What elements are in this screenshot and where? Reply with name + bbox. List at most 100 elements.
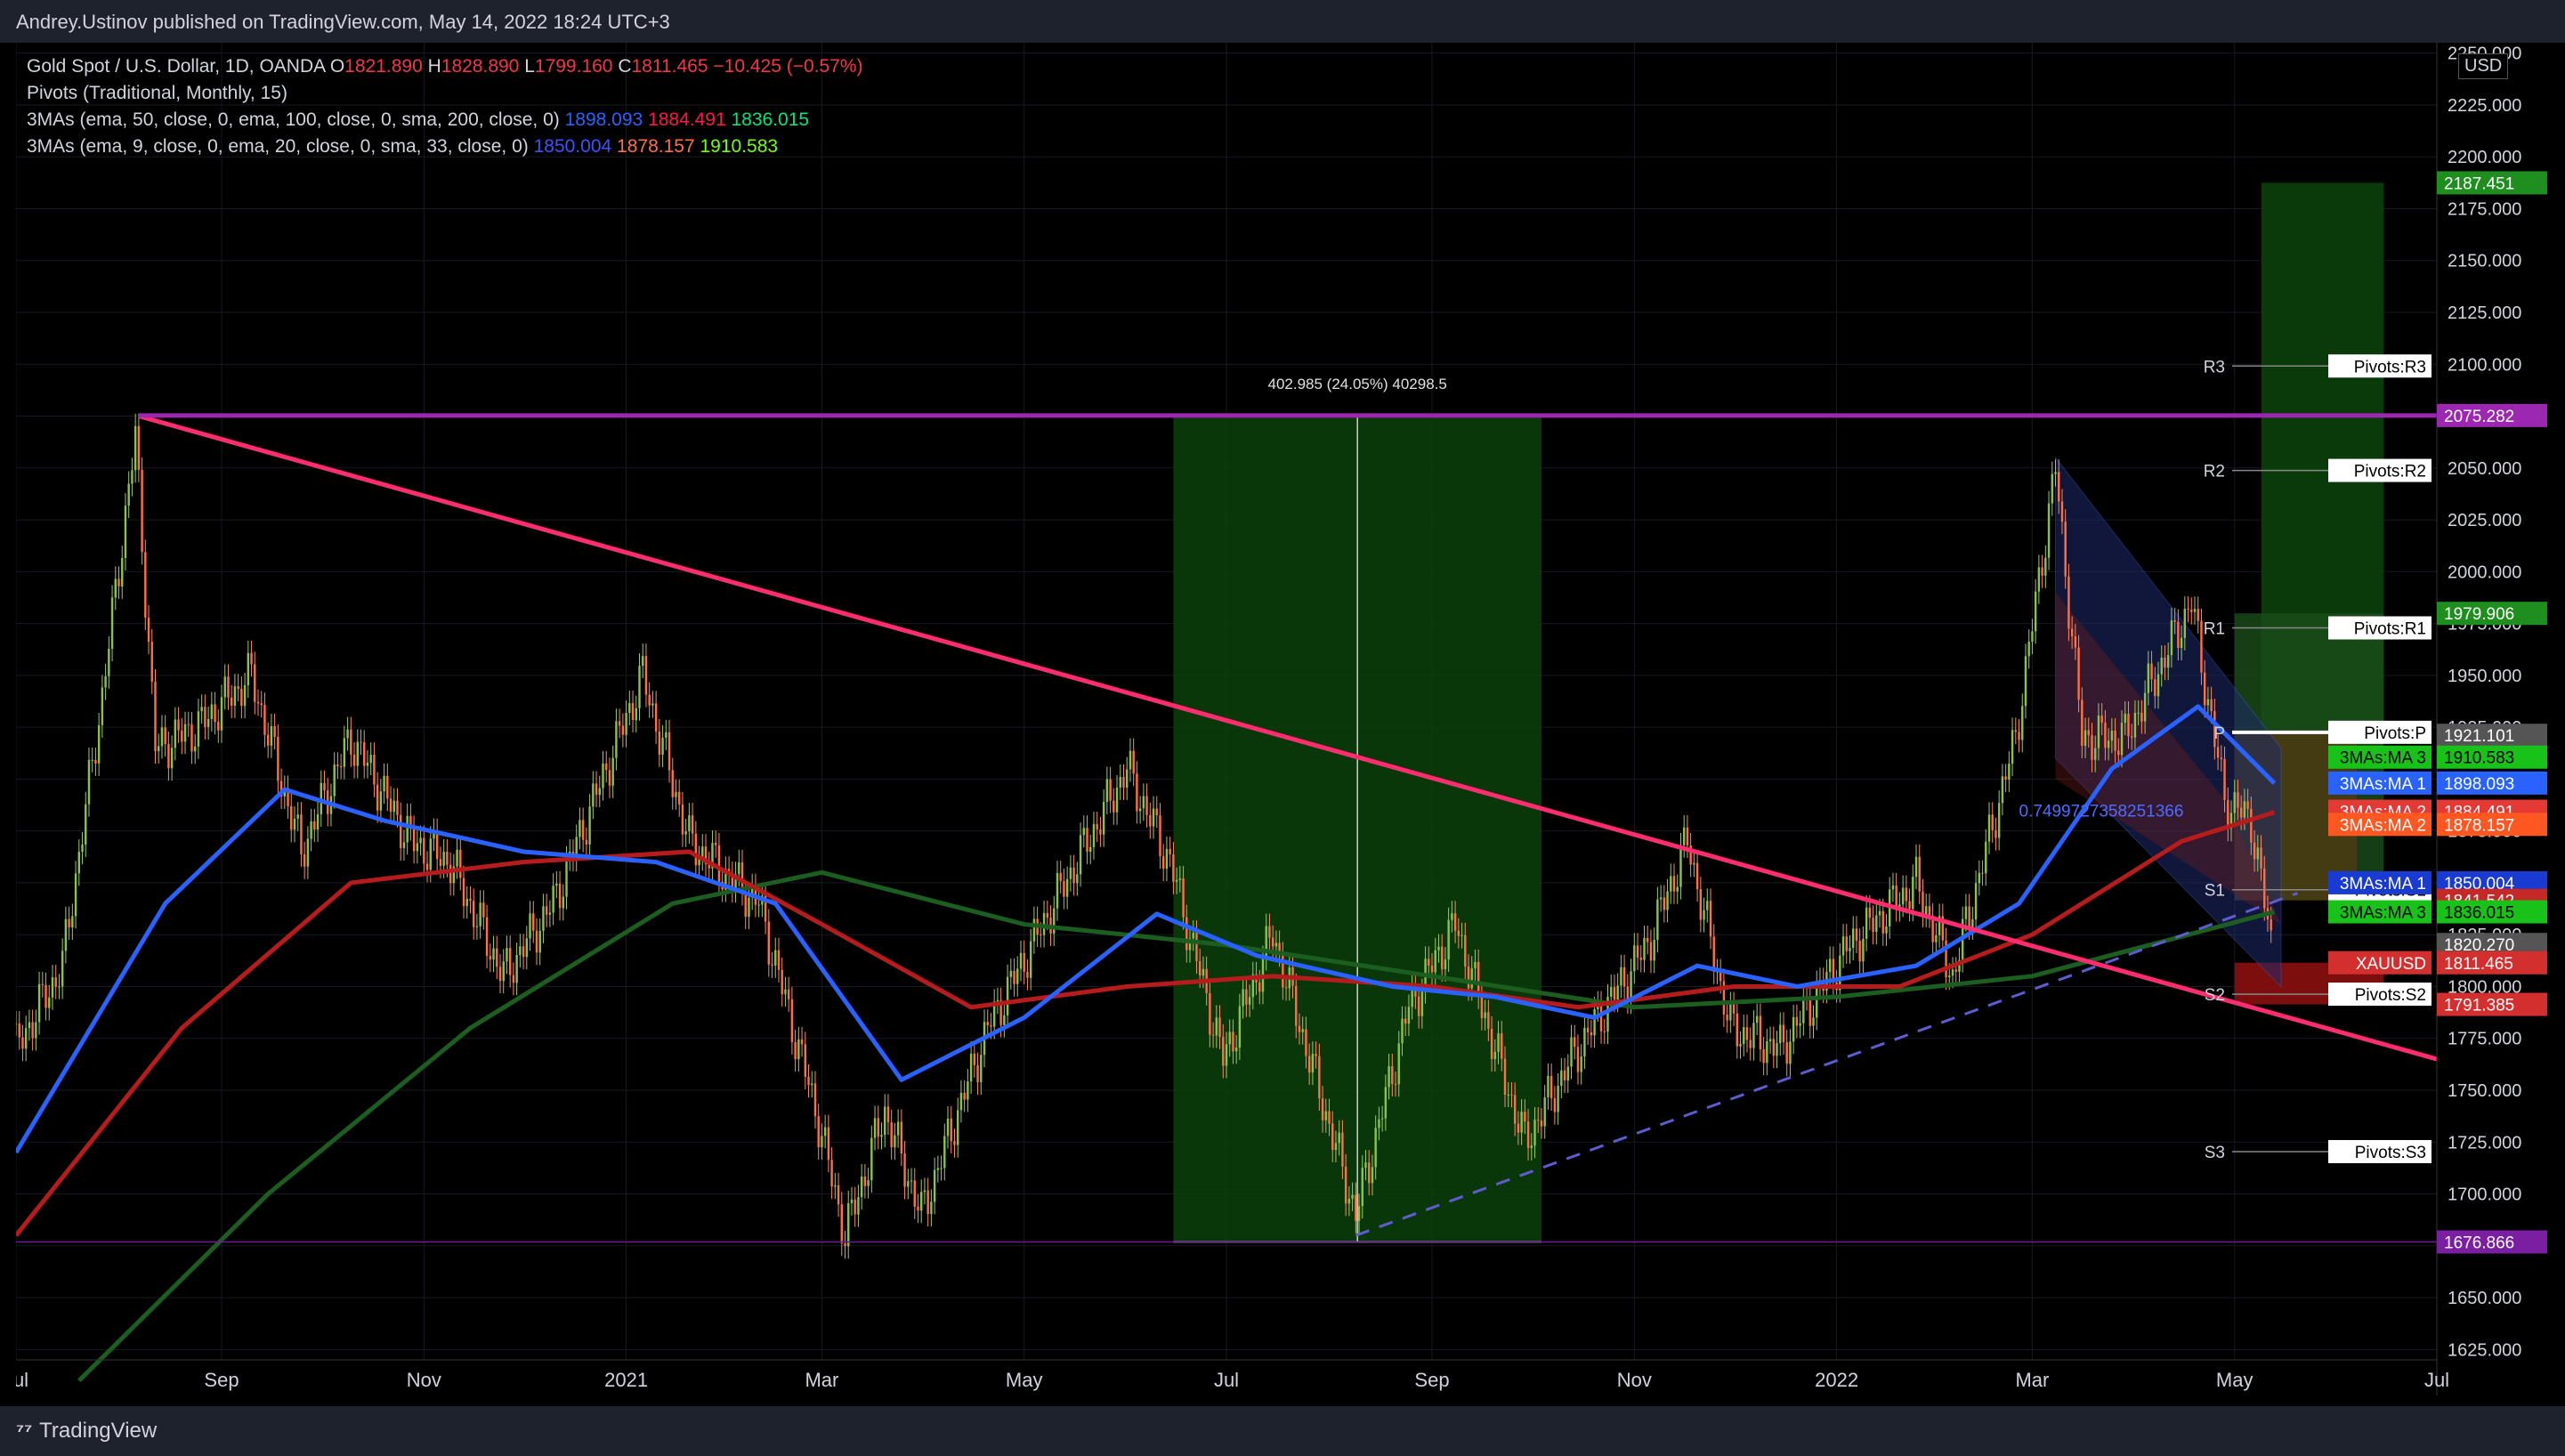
ema100-line — [16, 810, 2276, 1237]
open-value: 1821.890 — [344, 56, 423, 77]
chart-area[interactable]: 402.985 (24.05%) 40298.5R3Pivots:R32099.… — [16, 43, 2565, 1406]
candle-body — [114, 578, 117, 598]
x-tick-label: 2021 — [604, 1369, 648, 1391]
candle-body — [108, 649, 110, 676]
candle-body — [585, 839, 588, 845]
open-label: O — [329, 56, 345, 77]
candle-body — [206, 718, 210, 727]
candle-body — [442, 851, 445, 866]
candle-body — [1178, 878, 1182, 880]
legend-ma2-row: 3MAs (ema, 9, close, 0, ema, 20, close, … — [27, 133, 863, 160]
candle-body — [1003, 1015, 1006, 1025]
candle-body — [1586, 1027, 1590, 1033]
candle-body — [555, 883, 558, 886]
candle-body — [277, 736, 279, 781]
footer-bar: ⁷⁷ TradingView — [0, 1406, 2565, 1456]
candle-body — [1242, 989, 1244, 1007]
y-tick-label: 2175.000 — [2448, 199, 2521, 219]
candle-body — [602, 763, 604, 789]
candle-body — [1550, 1075, 1553, 1099]
candle-body — [867, 1180, 870, 1186]
candle-body — [940, 1168, 943, 1169]
candle-body — [482, 902, 485, 918]
candle-body — [873, 1118, 877, 1138]
candle-body — [449, 864, 452, 884]
candle-body — [588, 806, 591, 845]
candle-body — [16, 1023, 18, 1025]
candle-body — [784, 989, 787, 995]
candle-body — [1484, 1012, 1486, 1018]
candle-body — [1155, 808, 1158, 816]
candle-body — [1311, 1054, 1315, 1073]
candle-body — [456, 849, 458, 867]
candle-body — [1248, 997, 1251, 1005]
candle-body — [1029, 941, 1032, 978]
candle-body — [1059, 873, 1062, 881]
candle-body — [1182, 878, 1185, 918]
candle-body — [870, 1137, 873, 1181]
candle-body — [2041, 567, 2043, 576]
candle-body — [665, 732, 668, 738]
candle-body — [373, 755, 376, 785]
candle-body — [360, 741, 362, 743]
candle-body — [492, 948, 495, 960]
candle-body — [51, 977, 54, 998]
candle-body — [1152, 808, 1155, 827]
candle-body — [356, 741, 359, 766]
candle-body — [1862, 938, 1865, 962]
candle-body — [2070, 628, 2074, 637]
candle-body — [2054, 472, 2057, 474]
candle-body — [917, 1206, 919, 1211]
candle-body — [37, 983, 41, 1023]
candle-body — [77, 852, 80, 874]
ma2-value-1: 1850.004 — [533, 136, 612, 157]
candle-body — [1046, 912, 1048, 918]
y-tick-label: 1950.000 — [2448, 667, 2521, 686]
candle-body — [1703, 910, 1705, 920]
candle-body — [615, 721, 618, 758]
candle-body — [343, 738, 346, 767]
price-tag-label: 3MAs:MA 3 — [2340, 904, 2426, 923]
candle-body — [462, 878, 465, 907]
candle-body — [1228, 1031, 1231, 1045]
y-tick-label: 2025.000 — [2448, 511, 2521, 530]
pivot-tag-name: Pivots:R2 — [2354, 463, 2426, 481]
candle-body — [1560, 1070, 1563, 1086]
candle-body — [807, 1077, 810, 1086]
candle-body — [1440, 946, 1444, 970]
candle-body — [1524, 1112, 1526, 1122]
candle-body — [396, 800, 399, 815]
candle-body — [525, 938, 529, 958]
legend-ma1-row: 3MAs (ema, 50, close, 0, ema, 100, close… — [27, 107, 863, 133]
candle-body — [990, 1025, 992, 1027]
price-chart[interactable]: 402.985 (24.05%) 40298.5R3Pivots:R32099.… — [16, 43, 2565, 1406]
candle-body — [767, 921, 771, 965]
candle-body — [1574, 1037, 1576, 1048]
candle-body — [2203, 672, 2206, 706]
candle-body — [1553, 1098, 1557, 1112]
candle-body — [834, 1185, 837, 1187]
candle-body — [2001, 776, 2004, 804]
candle-body — [485, 917, 489, 957]
tradingview-brand: ⁷⁷ TradingView — [16, 1419, 157, 1444]
candle-body — [1142, 796, 1145, 809]
candle-body — [160, 727, 164, 747]
candle-body — [1126, 769, 1129, 788]
candle-body — [1643, 938, 1646, 960]
candle-body — [379, 791, 383, 811]
candle-body — [472, 901, 475, 927]
candle-body — [2124, 714, 2126, 724]
candle-body — [1526, 1121, 1530, 1148]
y-tick-label: 1650.000 — [2448, 1289, 2521, 1308]
candle-body — [489, 956, 492, 960]
ma1-indicator: 3MAs (ema, 50, close, 0, ema, 100, close… — [27, 109, 560, 130]
candle-body — [214, 704, 216, 723]
candle-body — [270, 725, 273, 746]
candle-body — [475, 926, 479, 927]
candle-body — [200, 707, 203, 712]
price-tag-value: 1910.583 — [2444, 749, 2514, 768]
currency-label[interactable]: USD — [2458, 53, 2509, 79]
candle-body — [81, 844, 84, 853]
pivot-tag-name: Pivots:R3 — [2354, 358, 2426, 376]
candle-body — [863, 1177, 867, 1186]
